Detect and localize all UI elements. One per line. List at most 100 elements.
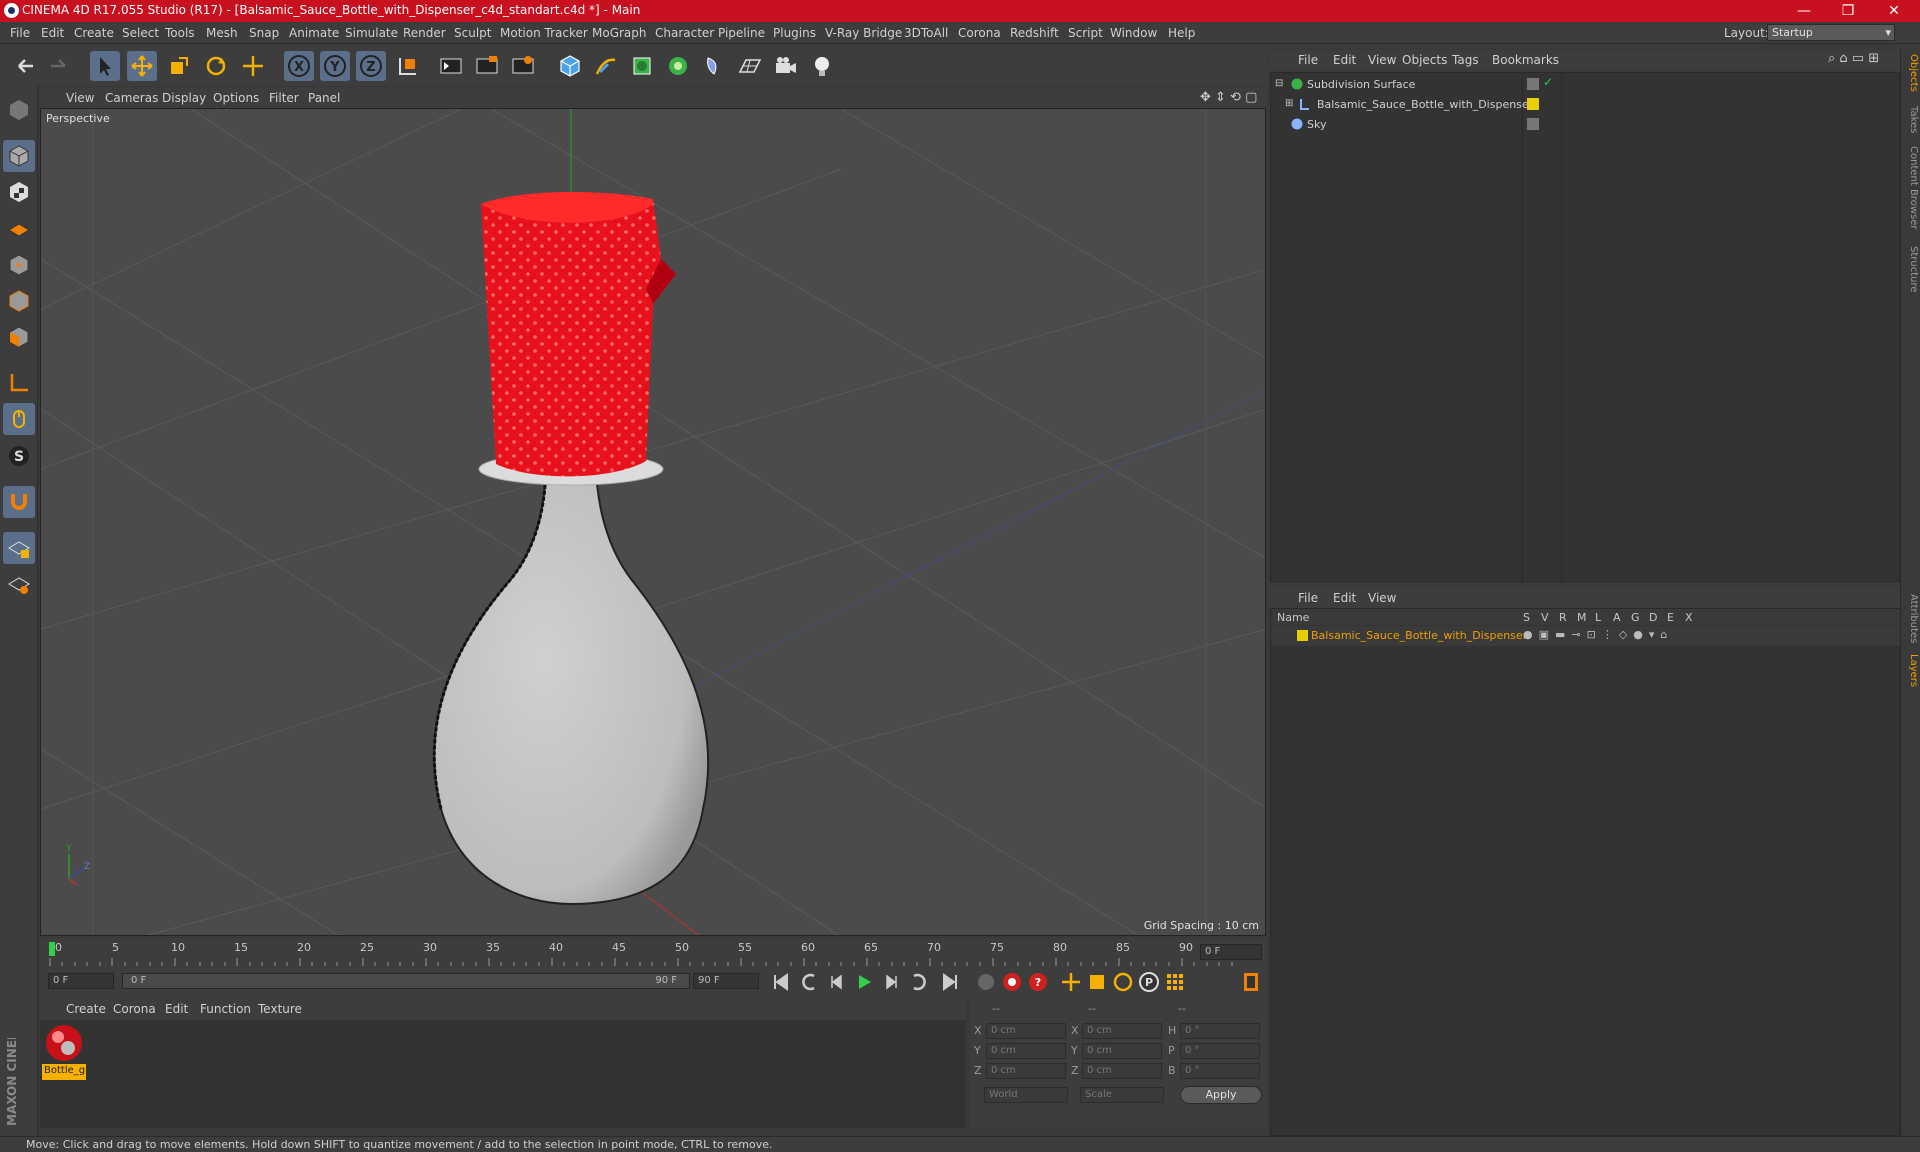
- undo-icon[interactable]: [10, 51, 40, 81]
- rotate-tool-icon[interactable]: [201, 51, 231, 81]
- axis-mode-icon[interactable]: [3, 367, 35, 399]
- object-row[interactable]: ⊞ Balsamic_Sauce_Bottle_with_Dispenser: [1271, 95, 1901, 115]
- menu-tools[interactable]: Tools: [165, 26, 195, 40]
- polygons-mode-icon[interactable]: [3, 321, 35, 353]
- timeline-window-icon[interactable]: [1240, 971, 1262, 993]
- restore-button[interactable]: ❐: [1828, 1, 1868, 21]
- tab-layers[interactable]: Layers: [1903, 654, 1919, 687]
- autokey-icon[interactable]: ?: [1027, 971, 1049, 993]
- rotation-p-field[interactable]: 0 °: [1180, 1043, 1260, 1059]
- position-x-field[interactable]: 0 cm: [986, 1023, 1066, 1039]
- end-frame-field[interactable]: 90 F: [693, 973, 759, 989]
- menu-mograph[interactable]: MoGraph: [592, 26, 647, 40]
- x-axis-icon[interactable]: X: [284, 51, 314, 81]
- go-to-end-icon[interactable]: [939, 971, 961, 993]
- key-position-icon[interactable]: [1060, 971, 1082, 993]
- viewport-menu-cameras[interactable]: Cameras: [105, 91, 158, 105]
- layer-row[interactable]: Balsamic_Sauce_Bottle_with_Dispenser ●▣▬…: [1271, 626, 1901, 646]
- enabled-check-icon[interactable]: ✓: [1543, 75, 1553, 89]
- om-menu-edit[interactable]: Edit: [1333, 53, 1356, 67]
- coordinate-space-select[interactable]: World: [984, 1087, 1068, 1103]
- lm-menu-view[interactable]: View: [1368, 591, 1396, 605]
- menu-redshift[interactable]: Redshift: [1010, 26, 1059, 40]
- menu-file[interactable]: File: [10, 26, 30, 40]
- menu-plugins[interactable]: Plugins: [773, 26, 816, 40]
- frame-range-slider[interactable]: 0 F 90 F: [122, 973, 690, 989]
- motion-record-icon[interactable]: [975, 971, 997, 993]
- object-row[interactable]: Sky: [1271, 115, 1901, 135]
- material-menu-corona[interactable]: Corona: [113, 1002, 156, 1016]
- menu-simulate[interactable]: Simulate: [345, 26, 398, 40]
- step-back-icon[interactable]: [826, 971, 848, 993]
- position-y-field[interactable]: 0 cm: [986, 1043, 1066, 1059]
- expand-icon[interactable]: ⊞: [1285, 98, 1293, 109]
- apply-button[interactable]: Apply: [1180, 1086, 1262, 1104]
- menu-render[interactable]: Render: [403, 26, 446, 40]
- coordinate-system-icon[interactable]: [393, 51, 423, 81]
- menu-help[interactable]: Help: [1168, 26, 1195, 40]
- object-visibility-icon[interactable]: [1527, 78, 1539, 90]
- viewport-menu-display[interactable]: Display: [162, 91, 206, 105]
- material-menu-edit[interactable]: Edit: [165, 1002, 188, 1016]
- locked-workplane-icon[interactable]: [3, 532, 35, 564]
- z-axis-icon[interactable]: Z: [356, 51, 386, 81]
- object-row[interactable]: ⊟ Subdivision Surface ✓: [1271, 75, 1901, 95]
- material-menu-create[interactable]: Create: [66, 1002, 106, 1016]
- floor-scene-icon[interactable]: [735, 51, 765, 81]
- layer-color-swatch[interactable]: [1527, 98, 1539, 110]
- edges-mode-icon[interactable]: [3, 285, 35, 317]
- tab-takes[interactable]: Takes: [1903, 106, 1919, 133]
- scale-tool-icon[interactable]: [164, 51, 194, 81]
- go-to-start-icon[interactable]: [770, 971, 792, 993]
- key-scale-icon[interactable]: [1086, 971, 1108, 993]
- menu-3dtoall[interactable]: 3DToAll: [904, 26, 948, 40]
- menu-corona[interactable]: Corona: [958, 26, 1001, 40]
- model-mode-icon[interactable]: [3, 140, 35, 172]
- texture-mode-icon[interactable]: [3, 176, 35, 208]
- next-key-icon[interactable]: [907, 971, 929, 993]
- select-arrow-icon[interactable]: [90, 51, 120, 81]
- rotation-b-field[interactable]: 0 °: [1180, 1063, 1260, 1079]
- redo-icon[interactable]: [44, 51, 74, 81]
- tweak-mode-icon[interactable]: [3, 403, 35, 435]
- size-y-field[interactable]: 0 cm: [1082, 1043, 1162, 1059]
- start-frame-field[interactable]: 0 F: [48, 973, 114, 989]
- deformer-icon[interactable]: [699, 51, 729, 81]
- viewport-menu-panel[interactable]: Panel: [308, 91, 340, 105]
- step-forward-icon[interactable]: [880, 971, 902, 993]
- om-search-icon[interactable]: ⌕ ⌂ ▭ ⊞: [1828, 51, 1879, 66]
- mograph-cloner-icon[interactable]: [663, 51, 693, 81]
- key-parameter-icon[interactable]: P: [1138, 971, 1160, 993]
- size-x-field[interactable]: 0 cm: [1082, 1023, 1162, 1039]
- transform-tool-icon[interactable]: [238, 51, 268, 81]
- om-menu-view[interactable]: View: [1368, 53, 1396, 67]
- tab-structure[interactable]: Structure: [1903, 246, 1919, 293]
- menu-mesh[interactable]: Mesh: [206, 26, 238, 40]
- light-icon[interactable]: [807, 51, 837, 81]
- size-z-field[interactable]: 0 cm: [1082, 1063, 1162, 1079]
- timeline-ruler[interactable]: 0 5 10 15 20 25 30 35 40 45 50 55 60 65 …: [40, 938, 1266, 966]
- material-menu-texture[interactable]: Texture: [258, 1002, 302, 1016]
- menu-sculpt[interactable]: Sculpt: [454, 26, 491, 40]
- tab-objects[interactable]: Objects: [1903, 54, 1919, 92]
- om-menu-file[interactable]: File: [1298, 53, 1318, 67]
- cube-object-icon[interactable]: [555, 51, 585, 81]
- current-frame-field[interactable]: 0 F: [1200, 944, 1262, 960]
- move-tool-icon[interactable]: [127, 51, 157, 81]
- layer-color-swatch[interactable]: [1297, 630, 1308, 641]
- viewport-menu-filter[interactable]: Filter: [269, 91, 299, 105]
- viewport-menu-options[interactable]: Options: [213, 91, 259, 105]
- snapping-magnet-icon[interactable]: [3, 486, 35, 518]
- camera-icon[interactable]: [771, 51, 801, 81]
- menu-create[interactable]: Create: [74, 26, 114, 40]
- render-settings-icon[interactable]: [508, 51, 538, 81]
- rotation-h-field[interactable]: 0 °: [1180, 1023, 1260, 1039]
- menu-character[interactable]: Character: [655, 26, 714, 40]
- previous-key-icon[interactable]: [799, 971, 821, 993]
- play-icon[interactable]: [853, 971, 875, 993]
- menu-motion-tracker[interactable]: Motion Tracker: [500, 26, 588, 40]
- points-mode-icon[interactable]: [3, 249, 35, 281]
- solo-mode-icon[interactable]: S: [3, 440, 35, 472]
- viewport-menu-view[interactable]: View: [66, 91, 94, 105]
- 3d-viewport[interactable]: Y Z Perspective Grid Spacing : 10 cm: [40, 108, 1266, 936]
